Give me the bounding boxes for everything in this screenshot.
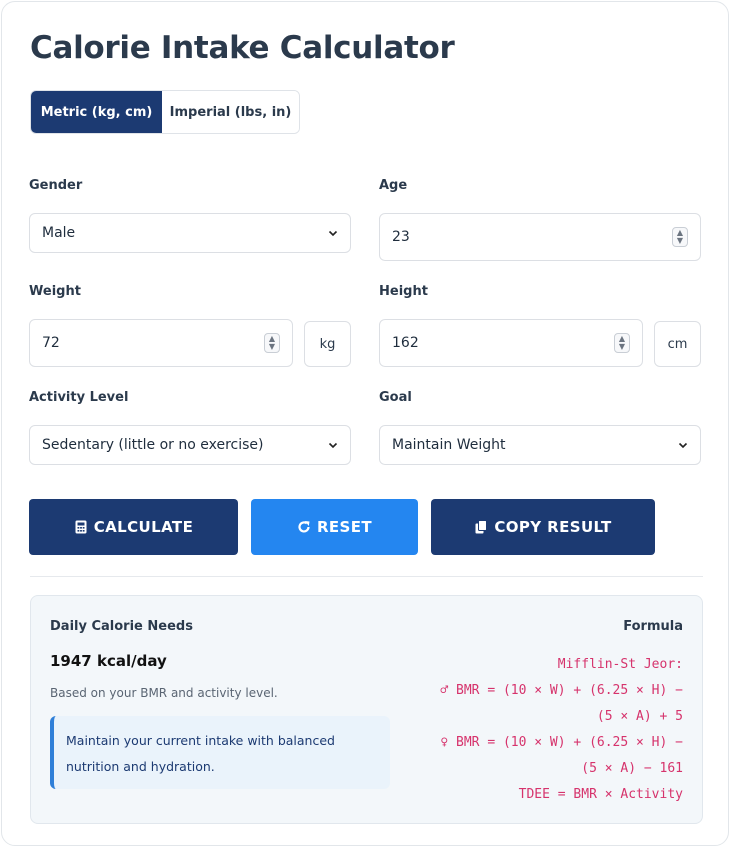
formula-line: ♂ BMR = (10 × W) + (6.25 × H) − [440,683,683,698]
formula-line: (5 × A) + 5 [596,709,683,724]
result-note: Maintain your current intake with balanc… [50,716,390,789]
unit-option-metric[interactable]: Metric (kg, cm) [31,91,162,133]
activity-select[interactable]: Sedentary (little or no exercise) [29,425,351,465]
goal-select[interactable]: Maintain Weight [379,425,701,465]
formula-block: Mifflin-St Jeor: ♂ BMR = (10 × W) + (6.2… [383,652,683,808]
age-label: Age [379,178,408,193]
goal-label: Goal [379,390,412,405]
chevron-down-icon [328,230,338,237]
gender-value: Male [42,225,76,241]
copy-result-button[interactable]: COPY RESULT [431,499,655,555]
formula-line: ♀ BMR = (10 × W) + (6.25 × H) − [440,735,683,750]
activity-value: Sedentary (little or no exercise) [42,437,264,453]
formula-label: Formula [623,619,683,634]
reset-label: RESET [316,518,373,536]
height-input[interactable]: 162 ▲ ▼ [379,319,643,367]
gender-select[interactable]: Male [29,213,351,253]
weight-unit: kg [304,321,351,367]
redo-icon [298,521,310,533]
unit-option-imperial[interactable]: Imperial (lbs, in) [162,91,299,133]
height-stepper[interactable]: ▲ ▼ [614,333,630,353]
copy-icon [475,520,488,534]
result-value: 1947 kcal/day [50,652,167,670]
age-input[interactable]: 23 ▲ ▼ [379,213,701,261]
height-unit: cm [654,321,701,367]
calculate-button[interactable]: CALCULATE [29,499,238,555]
height-label: Height [379,284,428,299]
chevron-down-icon [328,442,338,449]
activity-label: Activity Level [29,390,129,405]
age-value: 23 [392,229,410,245]
weight-input[interactable]: 72 ▲ ▼ [29,319,293,367]
weight-stepper[interactable]: ▲ ▼ [264,333,280,353]
calculate-label: CALCULATE [93,518,194,536]
formula-line: Mifflin-St Jeor: [557,657,683,672]
divider [30,576,703,577]
formula-line: TDEE = BMR × Activity [518,787,683,802]
calculator-icon [75,520,87,534]
unit-toggle: Metric (kg, cm) Imperial (lbs, in) [30,90,300,134]
copy-label: COPY RESULT [494,518,612,536]
page-title: Calorie Intake Calculator [30,30,455,66]
weight-label: Weight [29,284,81,299]
goal-value: Maintain Weight [392,437,506,453]
chevron-down-icon [678,442,688,449]
result-subtext: Based on your BMR and activity level. [50,686,278,700]
result-label: Daily Calorie Needs [50,619,193,634]
reset-button[interactable]: RESET [251,499,418,555]
formula-line: (5 × A) − 161 [581,761,683,776]
calculator-card: Calorie Intake Calculator Metric (kg, cm… [1,1,729,846]
result-panel: Daily Calorie Needs 1947 kcal/day Based … [30,595,703,824]
weight-value: 72 [42,335,60,351]
gender-label: Gender [29,178,83,193]
height-value: 162 [392,335,419,351]
age-stepper[interactable]: ▲ ▼ [672,227,688,247]
